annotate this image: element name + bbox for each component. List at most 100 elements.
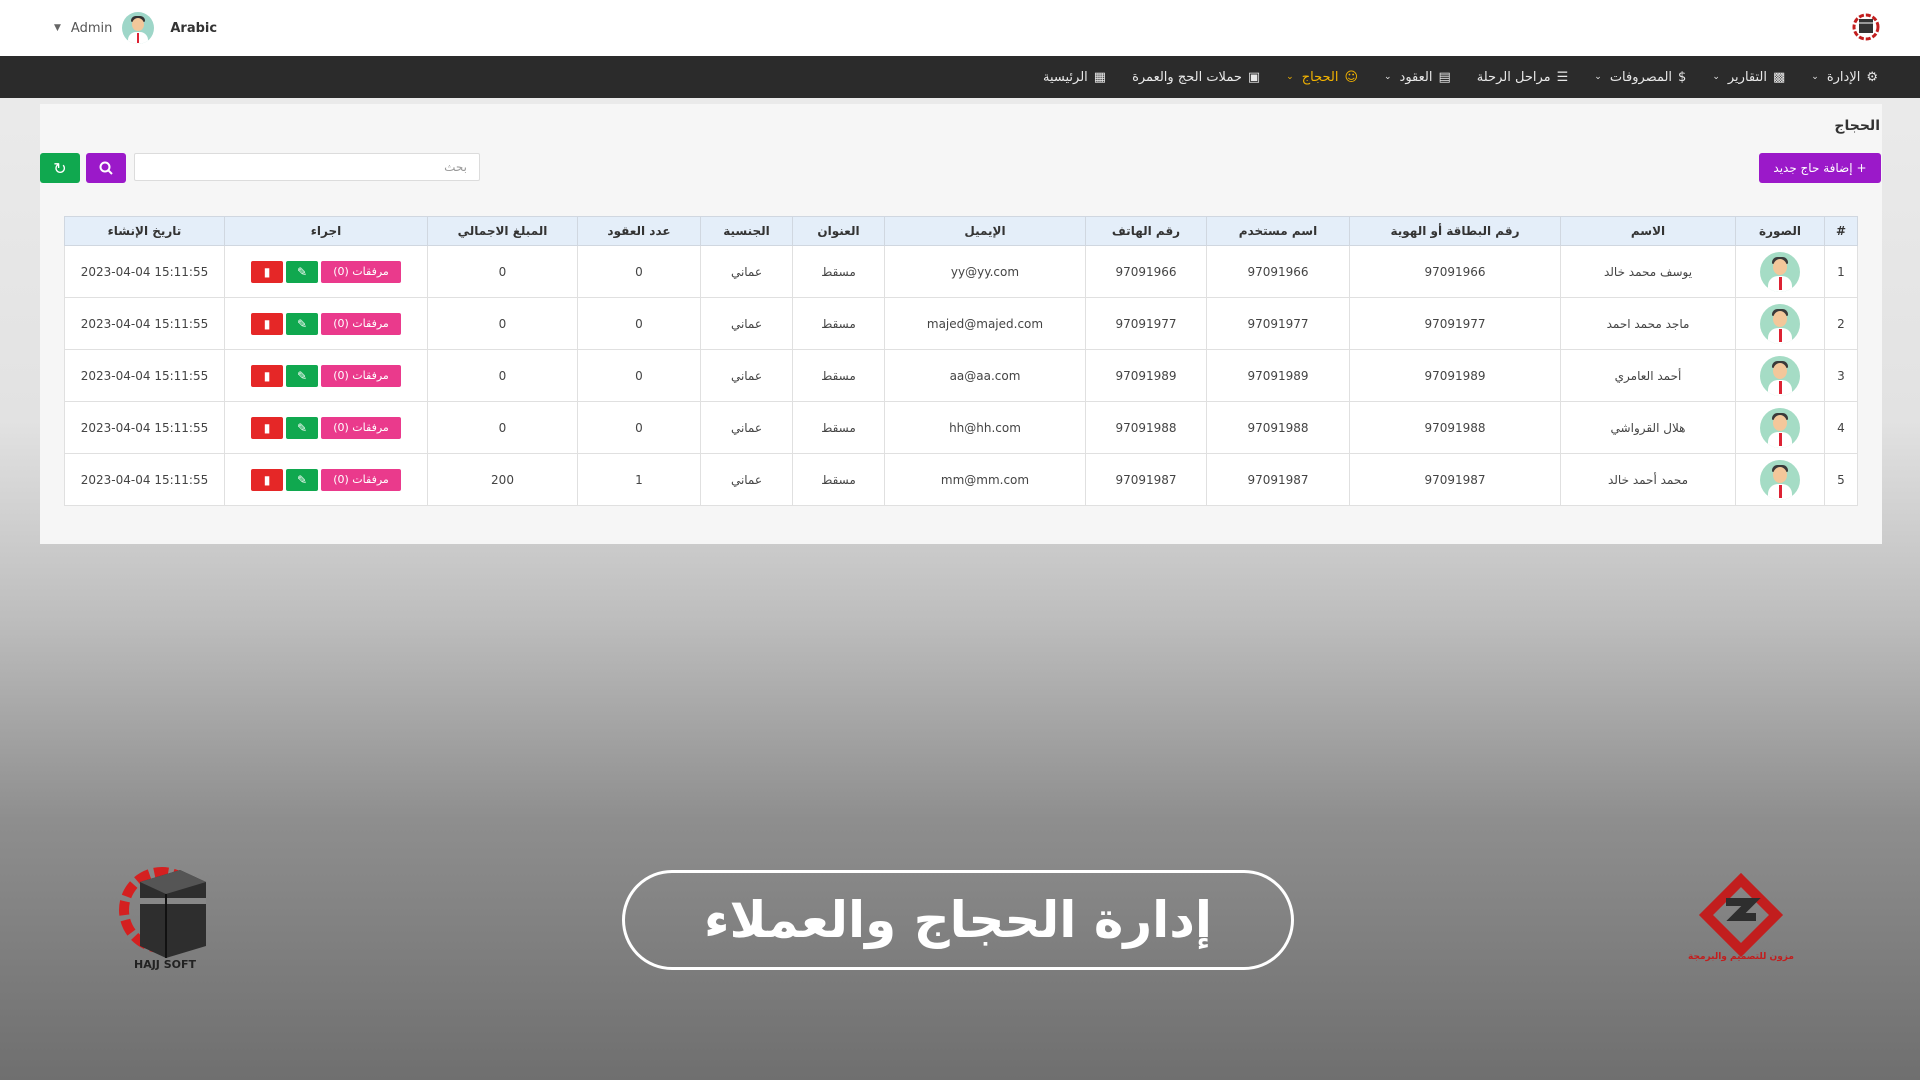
row-photo [1735, 297, 1825, 350]
row-phone: 97091989 [1085, 349, 1207, 402]
row-email: majed@majed.com [884, 297, 1086, 350]
attachments-button[interactable]: مرفقات (0) [321, 312, 401, 335]
col-header-nationality[interactable]: الجنسية [700, 216, 793, 246]
language-switch[interactable]: Arabic [170, 21, 217, 36]
search-icon [99, 161, 113, 175]
row-phone: 97091987 [1085, 453, 1207, 506]
edit-button[interactable]: ✎ [286, 260, 318, 283]
chevron-down-icon: ⌄ [1811, 72, 1819, 82]
table-row: 4 هلال القرواشي 97091988 97091988 970919… [64, 401, 1858, 454]
edit-icon: ✎ [296, 420, 308, 435]
refresh-button[interactable]: ↻ [40, 153, 80, 183]
row-photo [1735, 453, 1825, 506]
document-icon: ▤ [1438, 69, 1451, 85]
avatar [1760, 459, 1800, 500]
row-total: 0 [427, 297, 578, 350]
nav-item-admin[interactable]: ⚙ الإدارة ⌄ [1811, 70, 1878, 85]
row-email: mm@mm.com [884, 453, 1086, 506]
row-address: مسقط [792, 401, 885, 454]
col-header-name[interactable]: الاسم [1560, 216, 1736, 246]
col-header-email[interactable]: الإيميل [884, 216, 1086, 246]
row-name: يوسف محمد خالد [1560, 245, 1736, 298]
row-total: 200 [427, 453, 578, 506]
col-header-num[interactable]: # [1824, 216, 1858, 246]
col-header-phone[interactable]: رقم الهاتف [1085, 216, 1207, 246]
delete-button[interactable]: ▮ [251, 260, 283, 283]
attachments-button[interactable]: مرفقات (0) [321, 260, 401, 283]
attachments-button[interactable]: مرفقات (0) [321, 364, 401, 387]
chevron-down-icon: ⌄ [1594, 72, 1602, 82]
col-header-contracts[interactable]: عدد العقود [577, 216, 701, 246]
nav-item-campaigns[interactable]: ▣ حملات الحج والعمرة [1132, 70, 1260, 85]
delete-button[interactable]: ▮ [251, 468, 283, 491]
row-username: 97091977 [1206, 297, 1350, 350]
avatar [1760, 251, 1800, 292]
row-nationality: عماني [700, 245, 793, 298]
chevron-down-icon: ▼ [54, 23, 61, 33]
col-header-photo[interactable]: الصورة [1735, 216, 1825, 246]
attachments-button[interactable]: مرفقات (0) [321, 416, 401, 439]
table-row: 3 أحمد العامري 97091989 97091989 9709198… [64, 349, 1858, 402]
plus-icon: + [1856, 161, 1867, 175]
table-row: 2 ماجد محمد احمد 97091977 97091977 97091… [64, 297, 1858, 350]
nav-item-home[interactable]: ▦ الرئيسية [1043, 70, 1106, 85]
search-button[interactable] [86, 153, 126, 183]
row-total: 0 [427, 349, 578, 402]
row-name: هلال القرواشي [1560, 401, 1736, 454]
row-phone: 97091977 [1085, 297, 1207, 350]
row-created: 15:11:55 2023-04-04 [64, 453, 225, 506]
edit-button[interactable]: ✎ [286, 468, 318, 491]
row-photo [1735, 245, 1825, 298]
chevron-down-icon: ⌄ [1712, 72, 1720, 82]
avatar [1760, 355, 1800, 396]
avatar [122, 12, 155, 44]
user-menu[interactable]: ▼ Admin Arabic [54, 10, 217, 46]
delete-button[interactable]: ▮ [251, 312, 283, 335]
row-actions: مرفقات (0) ✎ ▮ [224, 349, 428, 402]
kaaba-logo-icon [1852, 13, 1880, 41]
col-header-total[interactable]: المبلغ الاجمالي [427, 216, 578, 246]
edit-button[interactable]: ✎ [286, 364, 318, 387]
col-header-address[interactable]: العنوان [792, 216, 885, 246]
row-number: 2 [1824, 297, 1858, 350]
nav-item-pilgrims[interactable]: ☺ الحجاج ⌄ [1286, 70, 1358, 85]
delete-button[interactable]: ▮ [251, 416, 283, 439]
col-header-created[interactable]: تاريخ الإنشاء [64, 216, 225, 246]
edit-button[interactable]: ✎ [286, 416, 318, 439]
row-contracts: 1 [577, 453, 701, 506]
refresh-icon: ↻ [53, 158, 67, 178]
row-actions: مرفقات (0) ✎ ▮ [224, 453, 428, 506]
row-username: 97091989 [1206, 349, 1350, 402]
row-name: ماجد محمد احمد [1560, 297, 1736, 350]
row-nationality: عماني [700, 453, 793, 506]
trash-icon: ▮ [263, 316, 271, 331]
row-name: أحمد العامري [1560, 349, 1736, 402]
edit-button[interactable]: ✎ [286, 312, 318, 335]
nav-item-trip-stages[interactable]: ☰ مراحل الرحلة [1477, 70, 1568, 85]
delete-button[interactable]: ▮ [251, 364, 283, 387]
trash-icon: ▮ [263, 264, 271, 279]
col-header-id-card[interactable]: رقم البطاقة أو الهوية [1349, 216, 1561, 246]
row-photo [1735, 349, 1825, 402]
dashboard-icon: ▦ [1093, 69, 1107, 85]
row-nationality: عماني [700, 349, 793, 402]
row-created: 15:11:55 2023-04-04 [64, 349, 225, 402]
row-actions: مرفقات (0) ✎ ▮ [224, 245, 428, 298]
dollar-icon: $ [1678, 69, 1687, 85]
row-created: 15:11:55 2023-04-04 [64, 245, 225, 298]
nav-item-expenses[interactable]: $ المصروفات ⌄ [1594, 70, 1686, 85]
col-header-username[interactable]: اسم مستخدم [1206, 216, 1350, 246]
nav-item-contracts[interactable]: ▤ العقود ⌄ [1384, 70, 1451, 85]
row-created: 15:11:55 2023-04-04 [64, 401, 225, 454]
row-number: 4 [1824, 401, 1858, 454]
add-pilgrim-button[interactable]: + إضافة حاج جديد [1759, 153, 1881, 183]
row-number: 3 [1824, 349, 1858, 402]
mazoon-logo-icon [1698, 872, 1784, 958]
row-contracts: 0 [577, 297, 701, 350]
row-contracts: 0 [577, 349, 701, 402]
nav-item-reports[interactable]: ▩ التقارير ⌄ [1712, 70, 1785, 85]
gear-icon: ⚙ [1866, 69, 1878, 85]
row-phone: 97091966 [1085, 245, 1207, 298]
search-input[interactable] [134, 153, 480, 181]
attachments-button[interactable]: مرفقات (0) [321, 468, 401, 491]
